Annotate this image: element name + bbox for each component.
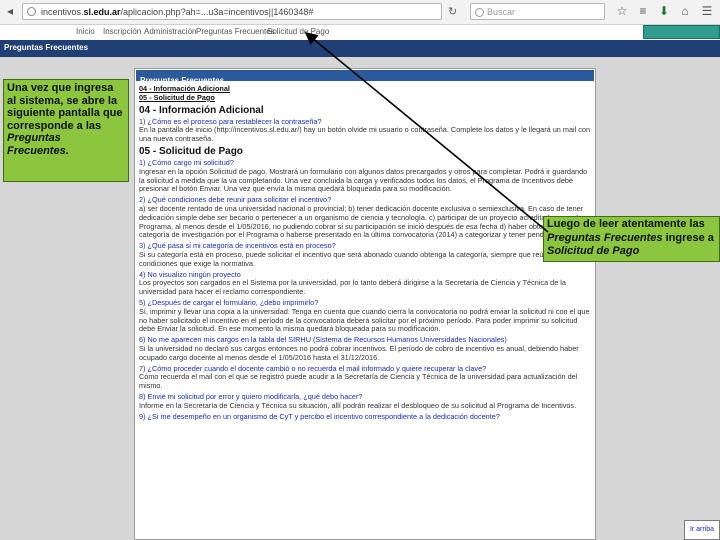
faq-answer: a) ser docente rentado de una universida… — [139, 203, 584, 240]
callout-next-italic2: Solicitud de Pago — [547, 245, 640, 257]
anchor-link-05[interactable]: 05 - Solicitud de Pago — [139, 93, 591, 103]
faq-content: 04 - Información Adicional 05 - Solicitu… — [135, 82, 595, 424]
url-prefix: incentivos. — [41, 7, 84, 17]
faq-panel-header: Preguntas Frecuentes — [136, 70, 594, 85]
callout-intro-italic: Preguntas Frecuentes. — [7, 132, 69, 157]
faq-answer: Sí, imprimir y llevar una copia a la uni… — [139, 306, 590, 334]
section-bar-title: Preguntas Frecuentes — [4, 43, 89, 52]
browser-toolbar: ◂ incentivos.sl.edu.ar/aplicacion.php?ah… — [0, 0, 720, 25]
faq-answer: Ingresar en la opción Solicitud de pago.… — [139, 166, 588, 194]
faq-answer: Si la universidad no declaró sus cargos … — [139, 343, 579, 362]
callout-next-text1: Luego de leer atentamente las — [547, 218, 705, 230]
callout-next-text2: ingrese a — [665, 231, 714, 244]
menu-icon[interactable]: ☰ — [700, 4, 714, 18]
nav-inscripcion[interactable]: Inscripción — [103, 27, 141, 36]
nav-inicio[interactable]: Inicio — [76, 27, 95, 36]
search-icon — [475, 8, 484, 17]
faq-panel: Preguntas Frecuentes 04 - Información Ad… — [134, 68, 596, 540]
url-rest: /aplicacion.php?ah=...u3a=incentivos||14… — [120, 7, 314, 17]
callout-intro: Una vez que ingresa al sistema, se abre … — [3, 79, 129, 182]
faq-answer: Los proyectos son cargados en el Sistema… — [139, 278, 566, 297]
bookmarks-icon[interactable]: ≡ — [636, 4, 650, 18]
nav-solicitud-de-pago[interactable]: Solicitud de Pago — [267, 27, 329, 36]
section-heading-04: 04 - Información Adicional — [139, 104, 264, 116]
address-bar[interactable]: incentivos.sl.edu.ar/aplicacion.php?ah=.… — [22, 3, 442, 20]
nav-preguntas-frecuentes[interactable]: Preguntas Frecuentes — [196, 27, 275, 36]
section-heading-05: 05 - Solicitud de Pago — [139, 145, 243, 157]
callout-intro-text: Una vez que ingresa al sistema, se abre … — [7, 82, 123, 132]
reload-icon[interactable]: ↻ — [448, 5, 457, 18]
home-icon[interactable]: ⌂ — [678, 4, 692, 18]
site-info-icon[interactable] — [27, 7, 36, 16]
search-input[interactable]: Buscar — [470, 3, 605, 20]
faq-answer: Cómo recuerda el mail con el que se regi… — [139, 372, 578, 391]
faq-answer: Si su categoría está en proceso, puede s… — [139, 249, 587, 268]
app-nav: Inicio Inscripción Administración Pregun… — [0, 25, 720, 40]
star-icon[interactable]: ☆ — [615, 4, 629, 18]
section-bar: Preguntas Frecuentes — [0, 40, 720, 57]
nav-administracion[interactable]: Administración — [144, 27, 196, 36]
faq-answer: En la pantalla de inicio (http://incenti… — [139, 125, 591, 144]
faq-question: 9) ¿Si me desempeño en un organismo de C… — [139, 411, 500, 421]
faq-answer: Informe en la Secretaría de Ciencia y Té… — [139, 400, 577, 410]
user-box[interactable] — [643, 25, 720, 39]
callout-next-step: Luego de leer atentamente las Preguntas … — [543, 216, 720, 262]
search-placeholder: Buscar — [487, 7, 516, 17]
back-to-top-button[interactable]: Ir arriba — [684, 520, 720, 540]
callout-next-italic1: Preguntas Frecuentes — [547, 231, 663, 244]
download-icon[interactable]: ⬇ — [657, 4, 671, 18]
url-domain: sl.edu.ar — [83, 7, 121, 17]
back-icon[interactable]: ◂ — [3, 4, 17, 18]
